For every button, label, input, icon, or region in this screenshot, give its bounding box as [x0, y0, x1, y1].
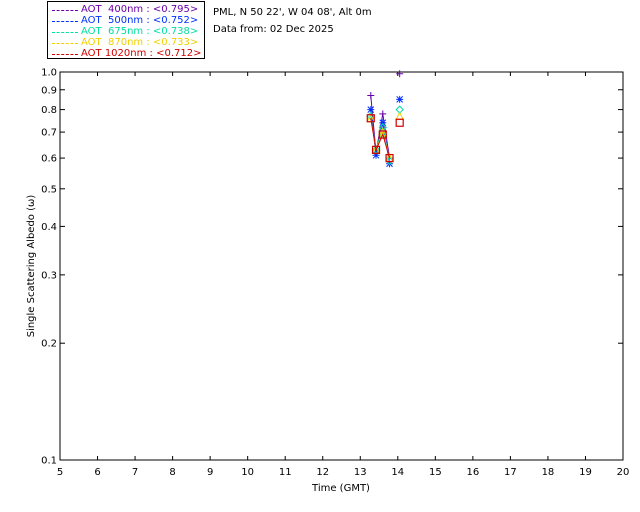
- x-axis-label: Time (GMT): [311, 483, 370, 494]
- y-axis-label: Single Scattering Albedo (ω): [26, 195, 37, 338]
- legend: AOT 400nm : <0.795> AOT 500nm : <0.752> …: [47, 1, 205, 59]
- data-point: [395, 118, 404, 127]
- y-tick-label: 0.7: [41, 128, 57, 139]
- x-tick-label: 6: [94, 467, 100, 478]
- plot-frame: [59, 71, 624, 461]
- x-tick-label: 11: [279, 467, 292, 478]
- x-tick-label: 13: [354, 467, 367, 478]
- series-square: [366, 114, 404, 163]
- y-axis: 0.10.20.30.40.50.60.70.80.91.0: [41, 68, 623, 467]
- legend-swatch: [52, 32, 78, 33]
- y-tick-label: 0.8: [41, 105, 57, 116]
- x-tick-label: 14: [391, 467, 404, 478]
- x-tick-label: 12: [316, 467, 329, 478]
- x-tick-label: 19: [579, 467, 592, 478]
- legend-swatch: [52, 21, 78, 22]
- x-tick-label: 8: [169, 467, 175, 478]
- chart: 5 6 7 8 9 10 11 12 13 14 15 16 17 18 19 20 0.1 0.2 0.3 0.4…: [26, 68, 630, 495]
- y-tick-label: 0.4: [41, 222, 57, 233]
- x-tick-label: 5: [57, 467, 63, 478]
- data-point: [396, 95, 404, 103]
- x-tick-label: 9: [207, 467, 213, 478]
- legend-swatch: [52, 10, 78, 11]
- y-tick-label: 0.2: [41, 339, 57, 350]
- y-tick-label: 0.6: [41, 154, 57, 165]
- legend-swatch: [52, 54, 78, 55]
- x-tick-label: 20: [617, 467, 630, 478]
- x-tick-label: 15: [429, 467, 442, 478]
- x-axis: 5 6 7 8 9 10 11 12 13 14 15 16 17 18 19 20: [57, 72, 630, 478]
- data-point: [367, 91, 375, 99]
- data-series: [366, 70, 404, 168]
- data-point: [379, 110, 387, 118]
- legend-swatch: [52, 43, 78, 44]
- site-info: PML, N 50 22', W 04 08', Alt 0m: [213, 7, 372, 18]
- x-tick-label: 7: [132, 467, 138, 478]
- y-tick-label: 0.3: [41, 270, 57, 281]
- x-tick-label: 16: [466, 467, 479, 478]
- y-tick-label: 0.1: [41, 456, 57, 467]
- x-tick-label: 18: [542, 467, 555, 478]
- data-point: [379, 119, 387, 127]
- data-point: [395, 111, 404, 121]
- x-tick-label: 17: [504, 467, 517, 478]
- x-tick-label: 10: [241, 467, 254, 478]
- y-tick-label: 0.5: [41, 184, 57, 195]
- date-info: Data from: 02 Dec 2025: [213, 24, 334, 35]
- data-point: [396, 70, 404, 78]
- legend-entry-1020: AOT 1020nm : <0.712>: [48, 48, 206, 60]
- legend-label: AOT 1020nm : <0.712>: [81, 48, 202, 59]
